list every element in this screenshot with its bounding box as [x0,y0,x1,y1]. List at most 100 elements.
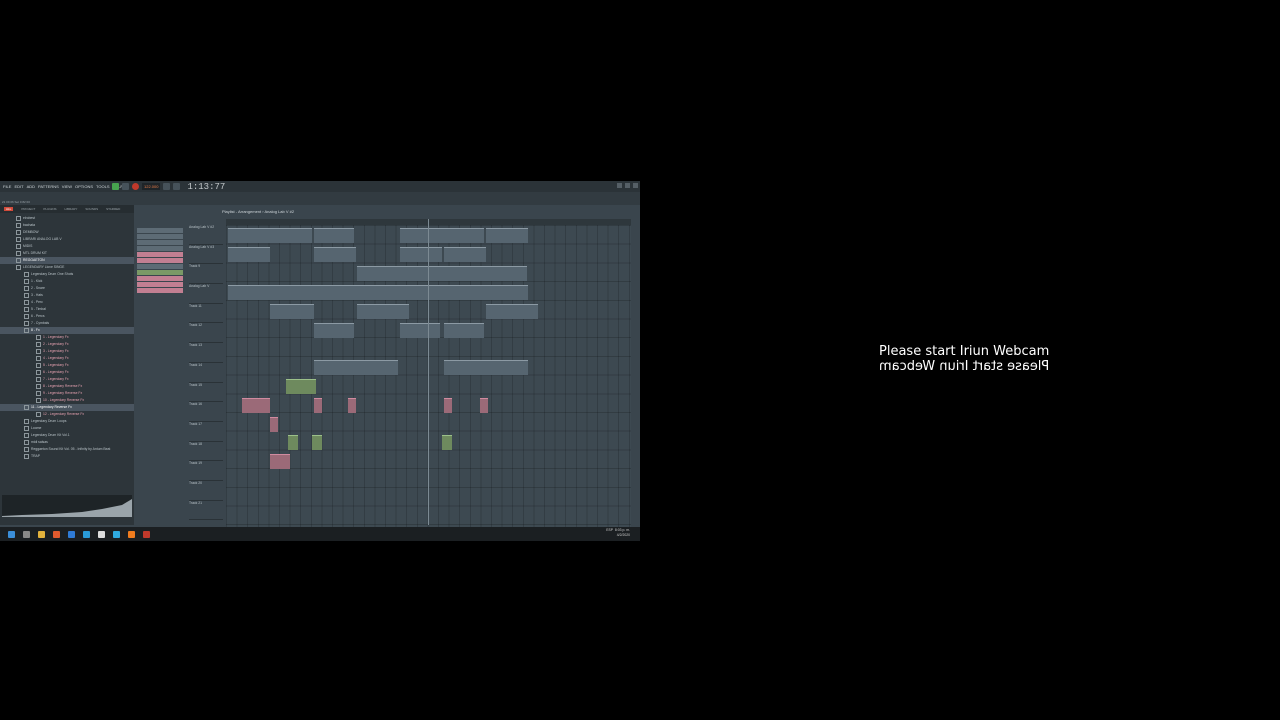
browser-item[interactable]: Reggaeton Sound Kit Vol. 05 - Infinity b… [0,446,134,453]
browser-item[interactable]: MTL DRUM KIT [0,250,134,257]
pattern-clip[interactable] [312,435,322,450]
browser-tab[interactable]: SOUNDS [85,207,98,211]
browser-item[interactable]: elrobest [0,215,134,222]
minimize-icon[interactable] [617,183,622,188]
track-label[interactable]: Track 9 [189,264,223,285]
browser-item[interactable]: 1 - Legendary Fx [0,334,134,341]
browser-item[interactable]: 5 - Timbal [0,306,134,313]
track-label[interactable]: Track 21 [189,501,223,521]
browser-item[interactable]: Legendary Drum Loops [0,418,134,425]
close-icon[interactable] [633,183,638,188]
browser-item[interactable]: 4 - Perc [0,299,134,306]
pattern-clip[interactable] [288,435,298,450]
language-indicator[interactable]: ESP [606,528,613,532]
channel-strip[interactable] [137,282,183,287]
pattern-clip[interactable] [357,266,527,281]
track-label[interactable]: Track 11 [189,304,223,324]
play-button[interactable] [112,183,119,190]
browser-tab[interactable]: PROJECT [21,207,35,211]
pattern-clip[interactable] [228,228,312,243]
pattern-clip[interactable] [480,398,488,413]
track-label[interactable]: Analog Lab V #2 [189,225,223,245]
pattern-clip[interactable] [286,379,316,394]
channel-strip[interactable] [137,264,183,269]
browser-item[interactable]: 12 - Legendary Reverse Fx [0,411,134,418]
app-icon[interactable] [83,530,90,538]
audio-clip[interactable] [314,323,354,338]
pattern-clip[interactable] [314,360,398,375]
browser-tab[interactable]: PLUGINS [43,207,56,211]
browser-item[interactable]: DEMBOW [0,229,134,236]
pattern-clip[interactable] [348,398,356,413]
clock-time[interactable]: 8:03 p. m. [615,528,630,532]
browser-tab[interactable]: ALL [4,207,14,211]
browser-item[interactable]: LEGENDARY Llove SINGE [0,264,134,271]
pattern-clip[interactable] [270,454,290,469]
track-label[interactable]: Track 18 [189,442,223,462]
pattern-clip[interactable] [400,247,442,262]
menu-item[interactable]: FILE [3,184,11,189]
channel-strip[interactable] [137,240,183,245]
app-icon[interactable] [98,530,105,538]
track-label[interactable]: Track 13 [189,343,223,363]
browser-tab[interactable]: LIBRARY [65,207,78,211]
record-button[interactable] [132,183,139,190]
app-icon[interactable] [143,530,150,538]
browser-item[interactable]: LIBRARI ANALOG LAB V [0,236,134,243]
app-icon[interactable] [68,530,75,538]
audio-clip[interactable] [270,304,314,319]
channel-strip[interactable] [137,252,183,257]
channel-strip[interactable] [137,234,183,239]
channel-strip[interactable] [137,276,183,281]
track-label[interactable]: Track 12 [189,323,223,344]
pattern-clip[interactable] [228,285,528,300]
browser-item[interactable]: Loome [0,425,134,432]
browser-item[interactable]: 2 - Snare [0,285,134,292]
browser-item[interactable]: 2 - Legendary Fx [0,341,134,348]
browser-item[interactable]: 7 - Cymbals [0,320,134,327]
app-icon[interactable] [113,530,120,538]
browser-item[interactable]: MIDIS [0,243,134,250]
audio-clip[interactable] [357,304,409,319]
browser-item[interactable]: bachata [0,222,134,229]
search-icon[interactable] [23,530,30,538]
pattern-clip[interactable] [314,398,322,413]
track-label[interactable]: Track 16 [189,402,223,422]
stop-button[interactable] [122,183,129,190]
track-label[interactable]: Track 15 [189,383,223,403]
browser-item[interactable]: TRAP [0,453,134,460]
pattern-clip[interactable] [442,435,452,450]
clock-date[interactable]: 4/2/2020 [617,533,630,537]
browser-item[interactable]: 6 - Legendary Fx [0,369,134,376]
pattern-clip[interactable] [314,247,356,262]
pattern-clip[interactable] [400,228,484,243]
track-label[interactable]: Track 19 [189,461,223,481]
menu-item[interactable]: VIEW [62,184,72,189]
pattern-clip[interactable] [444,360,528,375]
audio-clip[interactable] [400,323,440,338]
browser-item[interactable]: 3 - Legendary Fx [0,348,134,355]
browser-item[interactable]: 10 - Legendary Reverse Fx [0,397,134,404]
browser-item[interactable]: 8 - Legendary Reverse Fx [0,383,134,390]
browser-item[interactable]: 8 - Fx [0,327,134,334]
fl-studio-icon[interactable] [128,530,135,538]
track-label[interactable]: Analog Lab V [189,284,223,304]
pattern-clip[interactable] [444,247,486,262]
browser-item[interactable]: 4 - Legendary Fx [0,355,134,362]
channel-strip[interactable] [137,258,183,263]
browser-item[interactable]: Legendary Drum Kit Vol.1 [0,432,134,439]
tempo-display[interactable]: 122.000 [142,183,161,190]
browser-item[interactable]: 1 - Kick [0,278,134,285]
pattern-clip[interactable] [270,417,278,432]
browser-icon[interactable] [53,530,60,538]
browser-item[interactable]: 6 - Percs [0,313,134,320]
channel-strip[interactable] [137,228,183,233]
loop-button[interactable] [173,183,181,190]
metronome-button[interactable] [163,183,171,190]
menu-item[interactable]: PATTERNS [38,184,59,189]
audio-clip[interactable] [486,304,538,319]
file-explorer-icon[interactable] [38,530,45,538]
browser-item[interactable]: 9 - Legendary Reverse Fx [0,390,134,397]
track-label[interactable]: Track 20 [189,481,223,501]
pattern-clip[interactable] [486,228,528,243]
